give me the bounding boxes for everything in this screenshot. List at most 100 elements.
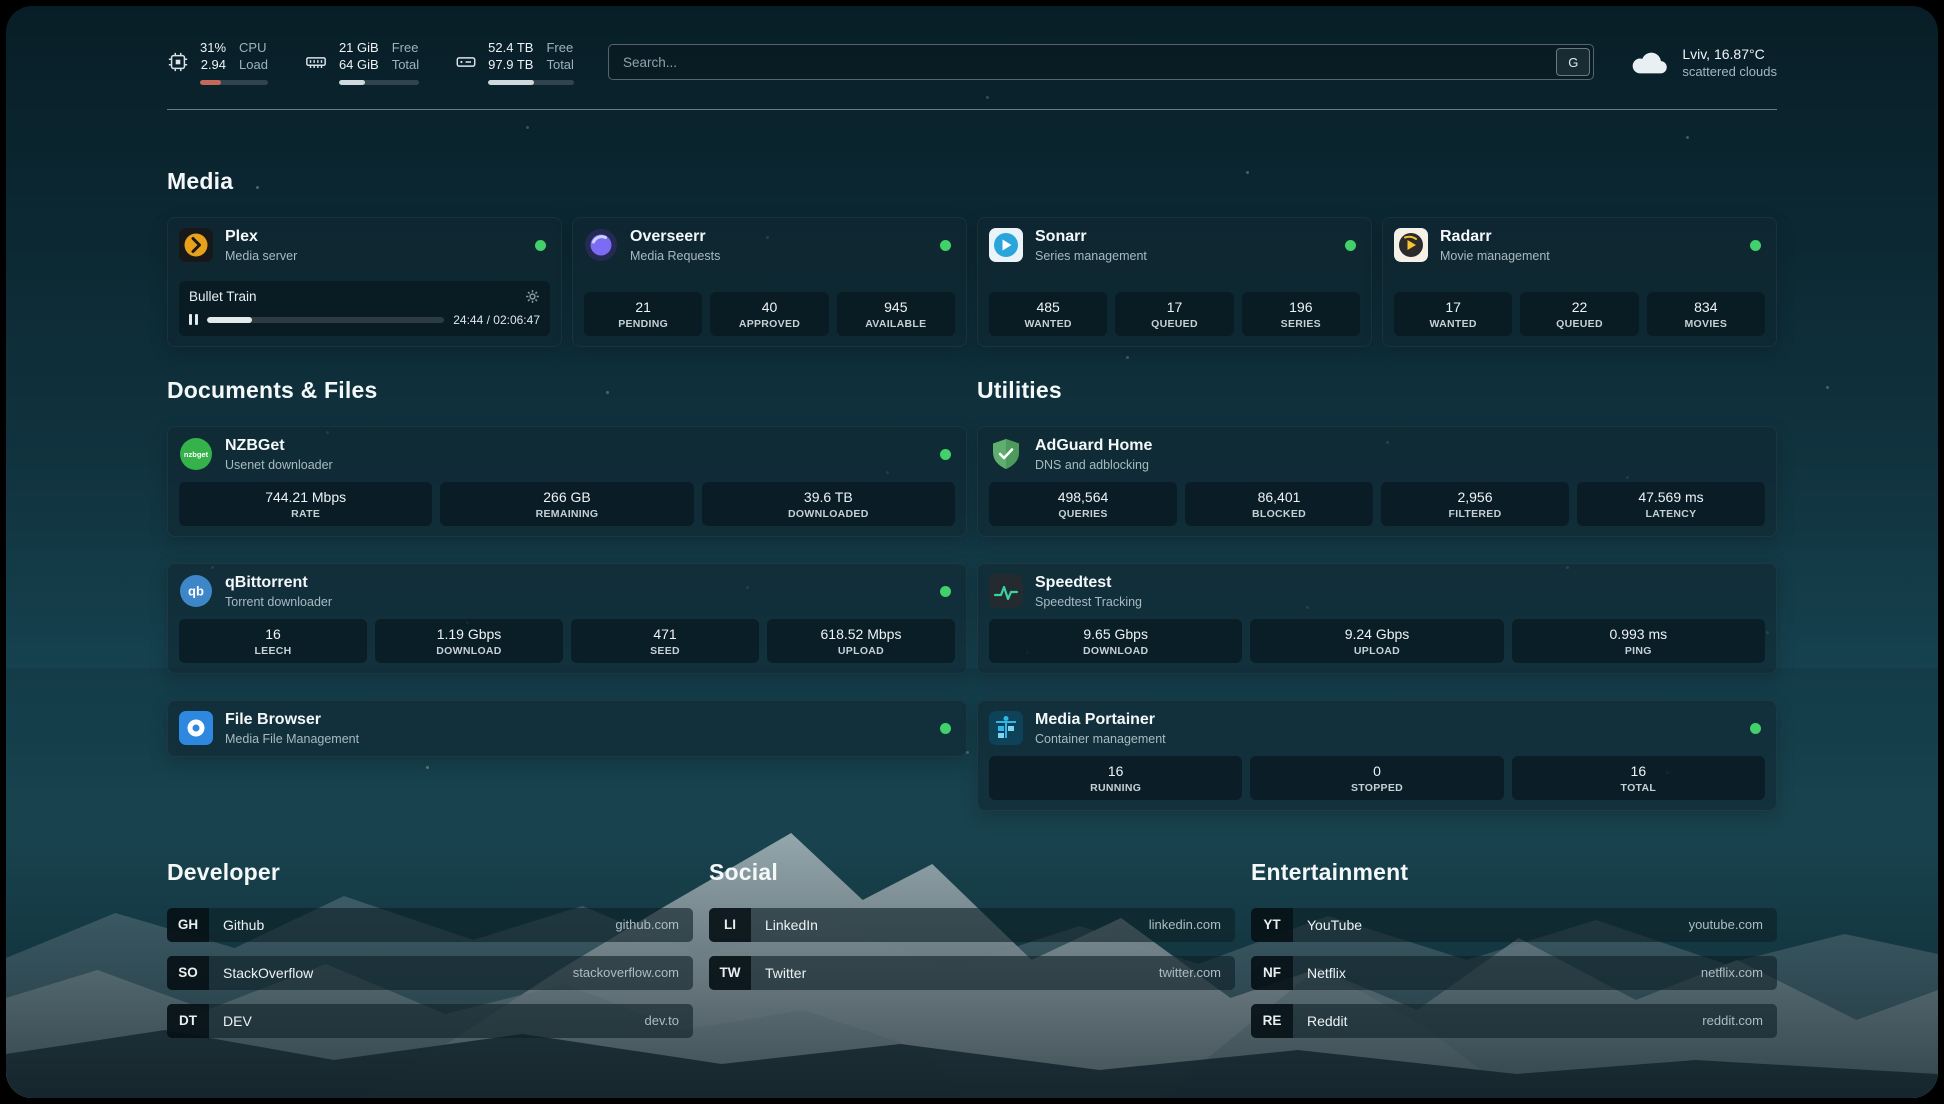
bookmark-twitter[interactable]: TW Twitter twitter.com xyxy=(709,956,1235,990)
stat-seed: 471 SEED xyxy=(571,619,759,663)
card-header: AdGuard Home DNS and adblocking xyxy=(989,437,1765,472)
bookmark-group-developer: Developer GH Github github.com SO StackO… xyxy=(167,859,693,1038)
cpu-icon xyxy=(167,51,189,73)
status-dot xyxy=(940,240,951,251)
documents-section-title: Documents & Files xyxy=(167,377,967,404)
bookmark-linkedin[interactable]: LI LinkedIn linkedin.com xyxy=(709,908,1235,942)
now-playing-title: Bullet Train xyxy=(189,289,257,304)
ram-free-label: Free xyxy=(392,40,419,57)
ram-free-value: 21 GiB xyxy=(339,40,379,57)
developer-section-title: Developer xyxy=(167,859,693,886)
service-card-overseerr[interactable]: Overseerr Media Requests 21 PENDING 40 A… xyxy=(572,217,967,347)
bookmark-name: DEV xyxy=(223,1013,252,1029)
stat-downloaded: 39.6 TB DOWNLOADED xyxy=(702,482,955,526)
bookmark-stackoverflow[interactable]: SO StackOverflow stackoverflow.com xyxy=(167,956,693,990)
qbittorrent-icon: qb xyxy=(179,574,213,608)
service-name: File Browser xyxy=(225,711,359,729)
search-input[interactable] xyxy=(609,45,1553,79)
bookmark-url: youtube.com xyxy=(1689,917,1763,932)
bookmark-url: linkedin.com xyxy=(1149,917,1221,932)
bookmark-url: reddit.com xyxy=(1702,1013,1763,1028)
search-engine-button[interactable]: G xyxy=(1556,48,1590,76)
svg-text:qb: qb xyxy=(188,584,204,599)
service-card-sonarr[interactable]: Sonarr Series management 485 WANTED 17 Q… xyxy=(977,217,1372,347)
search-bar: G xyxy=(608,44,1594,80)
stat-upload: 9.24 Gbps UPLOAD xyxy=(1250,619,1503,663)
status-dot xyxy=(1750,240,1761,251)
disk-monitor: 52.4 TB 97.9 TB Free Total xyxy=(455,40,574,85)
card-header: Radarr Movie management xyxy=(1394,228,1765,263)
card-header: File Browser Media File Management xyxy=(179,711,955,746)
dev-icon: DT xyxy=(167,1004,209,1038)
stat-running: 16 RUNNING xyxy=(989,756,1242,800)
twitter-icon: TW xyxy=(709,956,751,990)
stackoverflow-icon: SO xyxy=(167,956,209,990)
nzbget-icon: nzbget xyxy=(179,437,213,471)
reddit-icon: RE xyxy=(1251,1004,1293,1038)
ram-total-label: Total xyxy=(392,57,419,74)
speedtest-icon xyxy=(989,574,1023,608)
card-header: Speedtest Speedtest Tracking xyxy=(989,574,1765,609)
cpu-usage-value: 31% xyxy=(200,40,226,57)
bookmark-name: LinkedIn xyxy=(765,917,818,933)
system-monitors: 31% 2.94 CPU Load xyxy=(167,40,574,85)
service-name: AdGuard Home xyxy=(1035,437,1152,455)
card-header: Plex Media server xyxy=(179,228,550,263)
service-card-speedtest[interactable]: Speedtest Speedtest Tracking 9.65 Gbps D… xyxy=(977,563,1777,674)
stat-filtered: 2,956 FILTERED xyxy=(1381,482,1569,526)
service-card-qbittorrent[interactable]: qb qBittorrent Torrent downloader 16 LEE… xyxy=(167,563,967,674)
stat-available: 945 AVAILABLE xyxy=(837,292,955,336)
bookmark-netflix[interactable]: NF Netflix netflix.com xyxy=(1251,956,1777,990)
bookmark-youtube[interactable]: YT YouTube youtube.com xyxy=(1251,908,1777,942)
media-section-title: Media xyxy=(167,168,1777,195)
stat-movies: 834 MOVIES xyxy=(1647,292,1765,336)
bookmark-reddit[interactable]: RE Reddit reddit.com xyxy=(1251,1004,1777,1038)
service-card-portainer[interactable]: Media Portainer Container management 16 … xyxy=(977,700,1777,811)
dashboard-screen: 31% 2.94 CPU Load xyxy=(6,6,1938,1098)
service-card-nzbget[interactable]: nzbget NZBGet Usenet downloader 744.21 M… xyxy=(167,426,967,537)
bookmark-name: Github xyxy=(223,917,264,933)
playback-progress-bar[interactable] xyxy=(207,317,444,323)
bookmark-name: YouTube xyxy=(1307,917,1362,933)
ram-progress-bar xyxy=(339,80,419,85)
plex-now-playing: Bullet Train 24:44 / 02:06:4 xyxy=(179,281,550,336)
stat-download: 9.65 Gbps DOWNLOAD xyxy=(989,619,1242,663)
service-stats: 17 WANTED 22 QUEUED 834 MOVIES xyxy=(1394,292,1765,336)
bookmark-group-social: Social LI LinkedIn linkedin.com TW Twitt… xyxy=(709,859,1235,1038)
service-card-radarr[interactable]: Radarr Movie management 17 WANTED 22 QUE… xyxy=(1382,217,1777,347)
service-card-plex[interactable]: Plex Media server Bullet Train xyxy=(167,217,562,347)
dashboard-content: 31% 2.94 CPU Load xyxy=(167,6,1777,1038)
status-dot xyxy=(940,586,951,597)
bookmark-dev[interactable]: DT DEV dev.to xyxy=(167,1004,693,1038)
pause-icon[interactable] xyxy=(189,314,198,325)
status-dot xyxy=(940,723,951,734)
stat-ping: 0.993 ms PING xyxy=(1512,619,1765,663)
cpu-load-value: 2.94 xyxy=(201,57,226,74)
service-subtitle: DNS and adblocking xyxy=(1035,458,1152,472)
bookmark-url: github.com xyxy=(615,917,679,932)
bookmark-github[interactable]: GH Github github.com xyxy=(167,908,693,942)
adguard-icon xyxy=(989,437,1023,471)
entertainment-section-title: Entertainment xyxy=(1251,859,1777,886)
svg-text:nzbget: nzbget xyxy=(184,450,209,459)
status-dot xyxy=(535,240,546,251)
service-stats: 21 PENDING 40 APPROVED 945 AVAILABLE xyxy=(584,292,955,336)
ram-total-value: 64 GiB xyxy=(339,57,379,74)
youtube-icon: YT xyxy=(1251,908,1293,942)
service-stats: 9.65 Gbps DOWNLOAD 9.24 Gbps UPLOAD 0.99… xyxy=(989,619,1765,663)
service-name: Media Portainer xyxy=(1035,711,1166,729)
bookmark-group-entertainment: Entertainment YT YouTube youtube.com NF … xyxy=(1251,859,1777,1038)
stat-wanted: 17 WANTED xyxy=(1394,292,1512,336)
service-card-adguard[interactable]: AdGuard Home DNS and adblocking 498,564 … xyxy=(977,426,1777,537)
service-subtitle: Speedtest Tracking xyxy=(1035,595,1142,609)
cpu-label: CPU xyxy=(239,40,268,57)
service-name: Radarr xyxy=(1440,228,1550,246)
ram-icon xyxy=(304,51,328,73)
gear-icon[interactable] xyxy=(525,289,540,304)
linkedin-icon: LI xyxy=(709,908,751,942)
service-card-filebrowser[interactable]: File Browser Media File Management xyxy=(167,700,967,757)
service-name: qBittorrent xyxy=(225,574,332,592)
playback-time: 24:44 / 02:06:47 xyxy=(453,313,540,327)
bookmark-url: netflix.com xyxy=(1701,965,1763,980)
social-section-title: Social xyxy=(709,859,1235,886)
